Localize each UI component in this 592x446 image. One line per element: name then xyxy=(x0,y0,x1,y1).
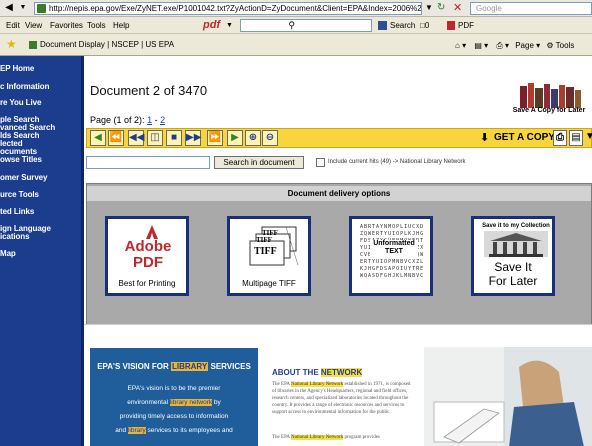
save-copy-caption: Save A Copy for Later xyxy=(512,107,586,114)
pdf-option[interactable]: Adobe PDF Best for Printing xyxy=(105,216,189,296)
tab-title: Document Display | NSCEP | US EPA xyxy=(40,40,175,49)
about-network-text-2: The EPA National Library Network program… xyxy=(272,435,380,440)
previous-hit-icon[interactable]: ⏪ xyxy=(108,130,124,146)
toolbar-search-button[interactable]: Search xyxy=(378,19,415,32)
stop-icon[interactable]: ✕ xyxy=(453,2,463,14)
tab-page-icon xyxy=(29,41,37,49)
pdf-toolbar-logo: pdf xyxy=(203,19,221,31)
save-collection-label: Save it to my Collection xyxy=(482,223,550,229)
google-placeholder: Google xyxy=(476,4,502,13)
favorites-star-icon[interactable]: ★ xyxy=(6,38,18,50)
nav-where-you-live[interactable]: re You Live xyxy=(0,98,41,107)
address-bar: ◀ ▼ http://nepis.epa.gov/Exe/ZyNET.exe/P… xyxy=(0,0,592,17)
main-content: Document 2 of 3470 Page (1 of 2): 1 - 2 … xyxy=(84,56,592,446)
url-input[interactable]: http://nepis.epa.gov/Exe/ZyNET.exe/P1001… xyxy=(34,2,422,15)
vision-box: EPA'S VISION FOR LIBRARY SERVICES EPA's … xyxy=(90,348,258,446)
google-search-input[interactable]: Google xyxy=(470,2,592,15)
first-page-icon[interactable]: ◀ xyxy=(90,130,106,146)
text-option[interactable]: ABRTAYNMOPLIUCXDZQWERTYUIOPLKJHGFDSAZXCV… xyxy=(349,216,433,296)
left-navigation: EP Home c Information re You Live ple Se… xyxy=(0,56,84,446)
menu-bar: Edit View Favorites Tools Help pdf ▼ ⚲ S… xyxy=(0,17,592,34)
dropdown-arrow-icon[interactable]: ▼ xyxy=(17,2,29,14)
vision-title: EPA'S VISION FOR LIBRARY SERVICES xyxy=(97,362,251,371)
tools-menu[interactable]: ⚙ Tools xyxy=(546,41,574,50)
home-icon[interactable]: ⌂ xyxy=(455,41,460,50)
library-building-icon xyxy=(484,231,548,257)
last-page-icon[interactable]: ▶ xyxy=(227,130,243,146)
rewind-icon[interactable]: ◀◀ xyxy=(128,130,144,146)
save-it-later-text: Save It For Later xyxy=(488,260,538,288)
search-in-document-button[interactable]: Search in document xyxy=(214,156,304,169)
save-icon[interactable]: ▤ xyxy=(569,130,583,146)
get-a-copy-button[interactable]: ⬇ GET A COPY xyxy=(480,130,555,146)
delivery-options-header: Document delivery options xyxy=(87,186,591,201)
page-view-icon[interactable]: ◫ xyxy=(147,130,163,146)
fast-forward-icon[interactable]: ▶▶ xyxy=(185,130,201,146)
pdf-option-caption: Best for Printing xyxy=(118,279,176,288)
library-vision-panel: EPA'S VISION FOR LIBRARY SERVICES EPA's … xyxy=(84,324,592,446)
tiff-label-front: TIFF xyxy=(254,246,277,257)
print-icon[interactable]: ⎙ xyxy=(553,130,567,146)
menu-favorites[interactable]: Favorites xyxy=(50,20,83,31)
document-search-input[interactable] xyxy=(86,156,210,169)
tiff-option[interactable]: TIFF TIFF TIFF Multipage TIFF xyxy=(227,216,311,296)
page-link-2[interactable]: 2 xyxy=(160,115,165,125)
stop-icon[interactable]: ■ xyxy=(166,130,182,146)
adobe-pdf-logo: Adobe PDF xyxy=(124,238,172,271)
menu-edit[interactable]: Edit xyxy=(6,20,20,31)
adobe-icon xyxy=(146,225,158,239)
download-icon: ⬇ xyxy=(480,132,490,144)
pdf-dropdown-icon[interactable]: ▼ xyxy=(226,21,233,30)
about-network-title: ABOUT THE NETWORK xyxy=(272,368,363,377)
include-hits-label: Include current hits (49) -> National Li… xyxy=(328,159,466,165)
back-icon[interactable]: ◀ xyxy=(3,2,15,14)
nav-site-map[interactable]: Map xyxy=(0,249,16,258)
delivery-options-panel: Document delivery options Adobe PDF Best… xyxy=(86,183,592,337)
toolbar-count[interactable]: □0 xyxy=(420,19,429,32)
menu-help[interactable]: Help xyxy=(113,20,129,31)
page-separator: - xyxy=(154,115,158,125)
vision-text: EPA's vision is to be the premier enviro… xyxy=(115,385,233,434)
save-for-later-option[interactable]: Save it to my Collection Save It For Lat… xyxy=(471,216,555,296)
library-photo xyxy=(424,347,592,446)
page-link-1[interactable]: 1 xyxy=(147,115,152,125)
document-title: Document 2 of 3470 xyxy=(90,83,208,98)
toolbar-pdf-button[interactable]: PDF xyxy=(447,19,474,32)
menu-view[interactable]: View xyxy=(25,20,42,31)
nav-publications[interactable]: ications xyxy=(0,232,30,241)
url-text: http://nepis.epa.gov/Exe/ZyNET.exe/P1001… xyxy=(49,4,422,13)
tiff-option-caption: Multipage TIFF xyxy=(242,279,296,288)
refresh-icon[interactable]: ↻ xyxy=(437,2,447,14)
magnifier-icon: ⚲ xyxy=(288,20,295,30)
tiff-label-middle: TIFF xyxy=(256,236,272,244)
nav-epa-home[interactable]: EP Home xyxy=(0,64,34,73)
nav-information[interactable]: c Information xyxy=(0,82,49,91)
about-network-text: The EPA National Library Network establi… xyxy=(272,382,411,415)
document-toolbar: ◀ ⏪ ◀◀ ◫ ■ ▶▶ ⏩ ▶ ⊕ ⊖ ⬇ GET A COPY ⎙ ▤ ▼ xyxy=(86,128,592,148)
menu-arrow-icon[interactable]: ▼ xyxy=(585,130,592,146)
url-dropdown-icon[interactable]: ▼ xyxy=(424,2,434,14)
page-menu[interactable]: Page ▾ xyxy=(515,41,540,50)
page-indicator: Page (1 of 2): 1 - 2 xyxy=(90,115,165,125)
feeds-icon[interactable]: ▤ xyxy=(474,41,482,50)
tab-document-display[interactable]: Document Display | NSCEP | US EPA xyxy=(28,37,174,53)
zoom-out-icon[interactable]: ⊖ xyxy=(262,130,278,146)
tab-bar: ★ Document Display | NSCEP | US EPA ⌂ ▾ … xyxy=(0,34,592,56)
command-bar: ⌂ ▾ ▤ ▾ ⎙ ▾ Page ▾ ⚙ Tools xyxy=(455,41,575,50)
unformatted-text-label: Unformatted TEXT xyxy=(370,240,418,258)
print-icon[interactable]: ⎙ xyxy=(496,41,502,50)
menu-tools[interactable]: Tools xyxy=(87,20,106,31)
nav-resource-tools[interactable]: urce Tools xyxy=(0,190,39,199)
page-prefix: Page (1 of 2): xyxy=(90,115,145,125)
nav-customer-survey[interactable]: omer Survey xyxy=(0,173,47,182)
pdf-search-input[interactable]: ⚲ xyxy=(240,19,372,32)
nav-related-links[interactable]: ted Links xyxy=(0,207,34,216)
nav-browse-titles[interactable]: owse Titles xyxy=(0,155,42,164)
page-icon xyxy=(37,4,46,13)
next-hit-icon[interactable]: ⏩ xyxy=(207,130,223,146)
include-hits-checkbox[interactable] xyxy=(316,158,325,167)
zoom-in-icon[interactable]: ⊕ xyxy=(245,130,261,146)
